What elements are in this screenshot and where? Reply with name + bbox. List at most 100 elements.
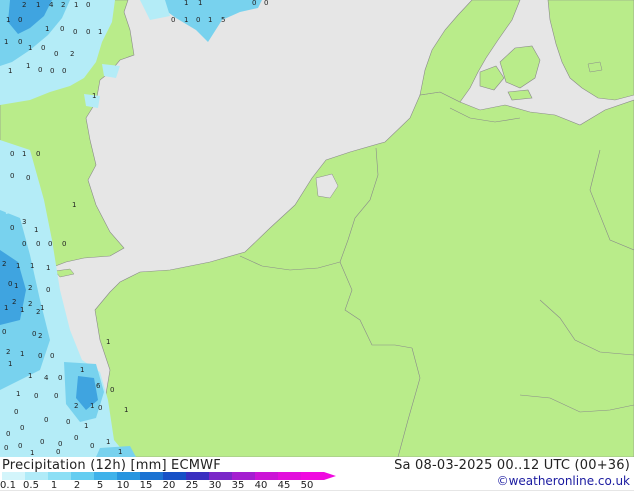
precip-value-label: 2 [61,1,65,9]
precip-value-label: 0 [36,240,40,248]
legend-swatch [71,472,94,480]
precip-value-label: 0 [4,444,8,452]
legend-color-bar [2,472,324,480]
legend-label: 15 [139,480,153,491]
precip-value-label: 0 [18,16,22,24]
precip-value-label: 0 [50,67,54,75]
precip-value-label: 0 [62,67,66,75]
precip-value-label: 1 [184,16,188,24]
legend-swatch [232,472,255,480]
precip-value-label: 1 [30,449,34,457]
legend-swatch [301,472,324,480]
legend-swatch [278,472,301,480]
legend-label: 45 [277,480,291,491]
precip-value-label: 1 [30,262,34,270]
precip-value-label: 0 [40,438,44,446]
legend-label: 35 [231,480,245,491]
precip-value-label: 1 [34,226,38,234]
precip-value-label: 0 [36,150,40,158]
precip-value-label: 0 [22,240,26,248]
land-lolland [507,89,533,101]
precip-value-label: 2 [28,300,32,308]
precip-value-label: 1 [106,438,110,446]
precip-value-label: 0 [10,172,14,180]
precip-value-label: 1 [4,304,8,312]
legend-swatch [117,472,140,480]
precip-value-label: 0 [46,286,50,294]
precip-value-label: 1 [184,0,188,7]
precip-value-label: 4 [44,374,49,382]
precip-value-label: 0 [56,448,60,456]
precip-value-label: 2 [70,50,74,58]
precip-value-label: 1 [198,0,202,7]
precip-value-label: 2 [12,298,16,306]
precip-value-label: 2 [6,348,10,356]
precip-value-label: 1 [90,402,94,410]
precip-value-label: 0 [20,424,24,432]
precip-value-label: 1 [16,390,20,398]
precip-value-label: 6 [96,382,101,390]
legend-swatch [94,472,117,480]
precip-value-label: 1 [36,1,40,9]
precip-value-label: 0 [50,352,54,360]
precip-value-label: 2 [36,308,40,316]
color-legend: 0.1 0.5 1 2 5 10 15 20 25 30 35 40 45 50 [0,471,340,491]
precip-value-label: 1 [118,448,122,456]
precip-value-label: 0 [8,280,12,288]
legend-swatch [186,472,209,480]
precip-value-label: 0 [73,28,77,36]
precip-value-label: 4 [49,1,54,9]
precip-value-label: 0 [14,408,18,416]
precip-value-label: 1 [22,150,26,158]
legend-label: 0.1 [0,480,16,491]
legend-label: 2 [73,480,81,491]
precip-value-label: 1 [80,366,84,374]
precip-value-label: 3 [22,218,26,226]
precip-value-label: 1 [40,304,44,312]
legend-label: 20 [162,480,176,491]
precip-value-label: 2 [74,402,78,410]
precip-value-label: 1 [98,28,102,36]
precip-value-label: 0 [54,392,58,400]
legend-label: 40 [254,480,268,491]
precip-value-label: 1 [20,306,24,314]
precip-value-label: 0 [90,442,94,450]
precip-value-label: 1 [46,264,50,272]
precip-value-label: 0 [44,416,48,424]
precip-value-label: 2 [38,332,42,340]
legend-swatch [25,472,48,480]
precip-value-label: 1 [208,16,212,24]
precip-value-label: 0 [10,150,14,158]
precip-value-label: 0 [264,0,268,7]
precip-value-label: 2 [22,1,26,9]
precip-value-label: 0 [54,50,58,58]
precip-value-label: 0 [10,224,14,232]
precip-value-label: 0 [48,240,52,248]
precip-value-label: 0 [58,374,62,382]
precip-value-label: 1 [8,360,12,368]
legend-swatch [140,472,163,480]
precip-value-label: 0 [38,352,42,360]
precip-value-label: 0 [6,430,10,438]
precip-value-label: 2 [2,260,6,268]
precip-value-label: 0 [66,418,70,426]
precip-value-label: 0 [196,16,200,24]
legend-label: 0.5 [23,480,39,491]
precip-value-label: 0 [58,440,62,448]
precip-value-label: 1 [16,262,20,270]
legend-swatch [48,472,71,480]
footer-bar: Precipitation (12h) [mm] ECMWF Sa 08-03-… [0,457,634,491]
precip-value-label: 0 [98,404,102,412]
precip-value-label: 1 [14,282,18,290]
legend-label: 50 [300,480,314,491]
precip-value-label: 1 [8,67,12,75]
legend-swatch [163,472,186,480]
credit-link[interactable]: ©weatheronline.co.uk [497,474,630,488]
legend-swatch [255,472,278,480]
precip-value-label: 1 [74,1,78,9]
precip-value-label: 1 [45,25,49,33]
precip-value-label: 0 [62,240,66,248]
precip-value-label: 0 [60,25,64,33]
precipitation-map[interactable]: 2142101100010151010001101002110001010001… [0,0,634,457]
land-bornholm [587,61,603,73]
